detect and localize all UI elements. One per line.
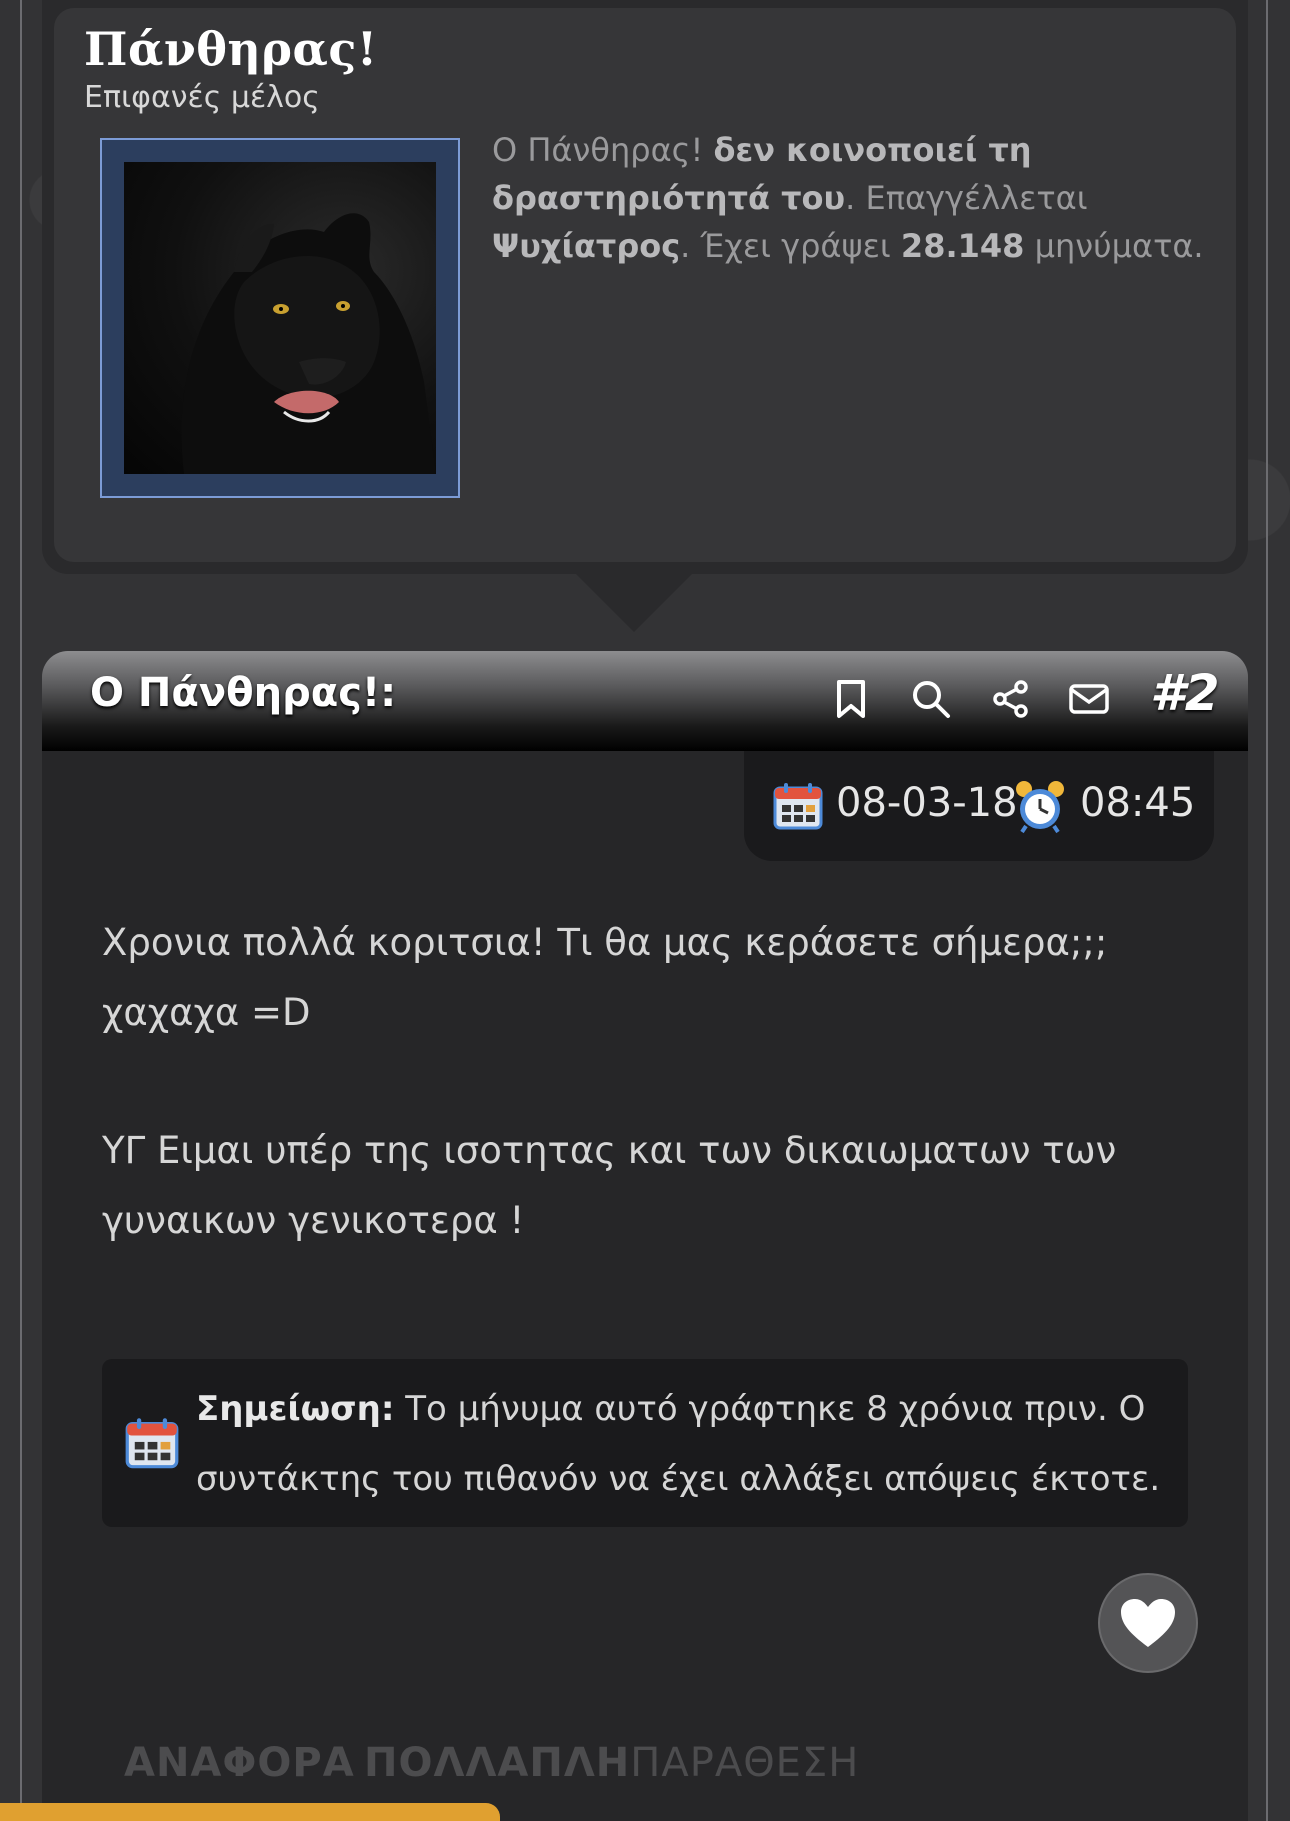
- bio-profession: Ψυχίατρος: [492, 227, 681, 265]
- profile-card-pointer: [576, 574, 692, 632]
- multiquote-label-2: ΠΑΡΑΘΕΣΗ: [630, 1740, 860, 1786]
- bottom-accent-bar: [0, 1803, 500, 1821]
- post-time: 08:45: [1080, 780, 1196, 826]
- right-frame-line: [1266, 0, 1268, 1821]
- panther-image: [181, 213, 436, 474]
- search-icon[interactable]: [908, 676, 954, 722]
- note-calendar-icon: [124, 1415, 180, 1475]
- alarm-clock-icon: [1012, 778, 1068, 838]
- heart-icon: [1121, 1599, 1175, 1647]
- avatar-photo: [124, 162, 436, 474]
- bookmark-icon[interactable]: [828, 676, 874, 722]
- note-label: Σημείωση:: [196, 1389, 395, 1429]
- avatar[interactable]: [100, 138, 460, 498]
- bio-profession-label: . Επαγγέλλεται: [845, 179, 1088, 217]
- reply-button[interactable]: ΑΝΑΦΟΡΑ: [124, 1740, 355, 1786]
- profile-bio: Ο Πάνθηρας! δεν κοινοποιεί τη δραστηριότ…: [492, 126, 1212, 270]
- mail-icon[interactable]: [1066, 676, 1112, 722]
- bio-posts-label: . Έχει γράψει: [680, 227, 901, 265]
- multiquote-button[interactable]: ΠΟΛΛΑΠΛΗΠΑΡΑΘΕΣΗ: [364, 1740, 859, 1786]
- left-frame-line: [20, 0, 22, 1821]
- bio-post-count: 28.148: [900, 227, 1025, 265]
- post-author[interactable]: Ο Πάνθηρας!:: [90, 670, 396, 716]
- share-icon[interactable]: [988, 676, 1034, 722]
- post-number[interactable]: #2: [1150, 664, 1220, 722]
- post-date: 08-03-18: [836, 780, 1018, 826]
- profile-rank: Επιφανές μέλος: [84, 80, 320, 115]
- post-paragraph-1: Χρονια πολλά κοριτσια! Τι θα μας κεράσετ…: [102, 921, 1108, 1034]
- age-note-text: Σημείωση: Το μήνυμα αυτό γράφτηκε 8 χρόν…: [196, 1374, 1176, 1514]
- post-content: Χρονια πολλά κοριτσια! Τι θα μας κεράσετ…: [102, 908, 1192, 1324]
- like-button[interactable]: [1098, 1573, 1198, 1673]
- bio-posts-suffix: μηνύματα.: [1024, 227, 1204, 265]
- bio-intro: Ο Πάνθηρας!: [492, 131, 714, 169]
- calendar-icon: [772, 780, 824, 836]
- multiquote-label-1: ΠΟΛΛΑΠΛΗ: [364, 1740, 631, 1786]
- post-paragraph-2: ΥΓ Ειμαι υπέρ της ισοτητας και των δικαι…: [102, 1129, 1117, 1242]
- profile-name[interactable]: Πάνθηρας!: [84, 22, 378, 76]
